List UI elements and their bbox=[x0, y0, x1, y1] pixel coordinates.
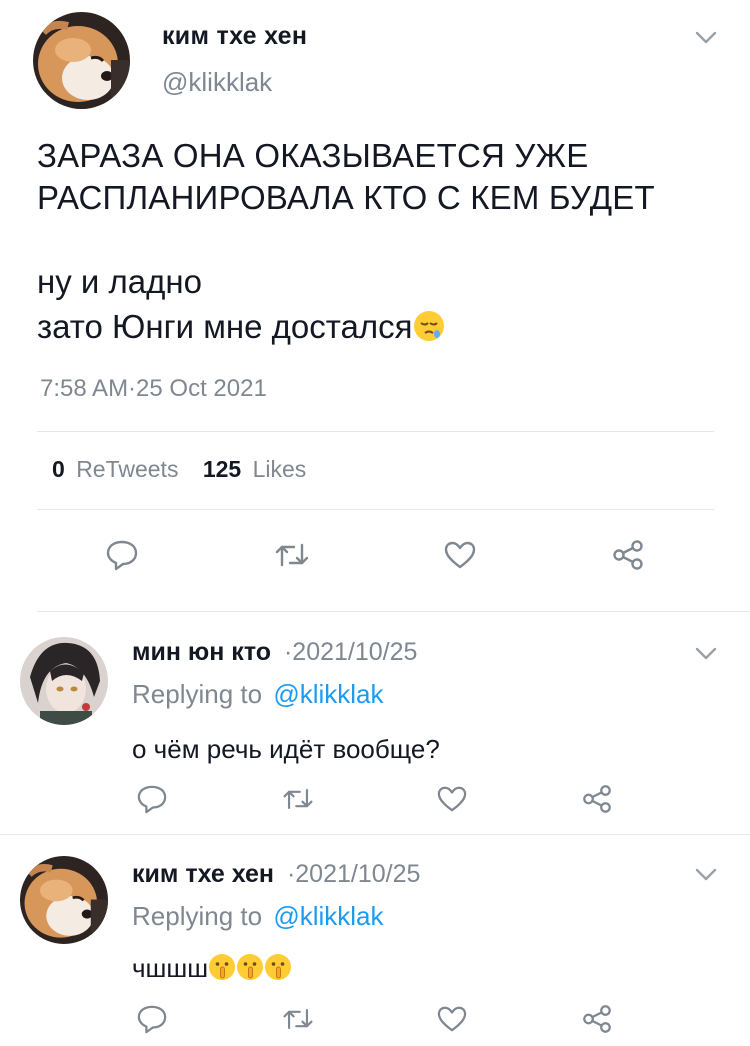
tweet-text-line-3: ну и ладно bbox=[37, 263, 202, 300]
reply-bubble-icon bbox=[137, 1005, 167, 1034]
chevron-down-icon[interactable] bbox=[695, 31, 717, 45]
tweet-text-line-4: зато Юнги мне достался bbox=[37, 308, 413, 345]
shushing-face-emoji bbox=[265, 954, 292, 980]
tweet-text-line-4-wrap: зато Юнги мне достался bbox=[37, 308, 445, 346]
retweets-label[interactable]: ReTweets bbox=[76, 456, 178, 482]
reply-text: о чём речь идёт вообще? bbox=[132, 734, 440, 764]
share-button[interactable] bbox=[575, 777, 619, 821]
share-button[interactable] bbox=[606, 533, 650, 577]
retweet-button[interactable] bbox=[276, 997, 320, 1041]
share-icon bbox=[583, 785, 611, 813]
shushing-face-emoji bbox=[209, 954, 236, 980]
replying-to-handle[interactable]: @klikklak bbox=[273, 679, 383, 709]
anime-avatar-image bbox=[20, 637, 108, 725]
reply-header: мин юн кто ·2021/10/25 bbox=[132, 638, 417, 667]
retweet-button[interactable] bbox=[276, 777, 320, 821]
replying-to-handle[interactable]: @klikklak bbox=[273, 901, 383, 931]
divider bbox=[37, 611, 750, 612]
replying-to-label: Replying to bbox=[132, 901, 263, 931]
likes-count[interactable]: 125 bbox=[203, 456, 241, 482]
share-icon bbox=[583, 1005, 611, 1033]
like-button[interactable] bbox=[438, 533, 482, 577]
chevron-down-icon[interactable] bbox=[695, 647, 717, 661]
author-display-name[interactable]: ким тхе хен bbox=[162, 22, 307, 51]
divider bbox=[0, 834, 750, 835]
tweet-text-line-1: ЗАРАЗА ОНА ОКАЗЫВАЕТСЯ УЖЕ bbox=[37, 137, 589, 174]
likes-label[interactable]: Likes bbox=[253, 456, 307, 482]
retweet-icon bbox=[283, 788, 313, 810]
shiba-avatar-image bbox=[20, 856, 108, 944]
reply-display-name[interactable]: мин юн кто bbox=[132, 638, 271, 666]
like-button[interactable] bbox=[430, 997, 474, 1041]
divider bbox=[37, 431, 714, 432]
reply-bubble-icon bbox=[106, 540, 138, 571]
tweet-timestamp: 7:58 AM·25 Oct 2021 bbox=[40, 375, 267, 402]
retweets-count[interactable]: 0 bbox=[52, 456, 65, 482]
reply-author-avatar[interactable] bbox=[20, 856, 108, 944]
heart-icon bbox=[437, 786, 467, 812]
reply-text: чшшш bbox=[132, 953, 209, 983]
reply-button[interactable] bbox=[100, 533, 144, 577]
retweet-icon bbox=[275, 543, 309, 567]
author-handle[interactable]: @klikklak bbox=[162, 67, 272, 98]
reply-date: ·2021/10/25 bbox=[283, 638, 418, 666]
replying-to: Replying to @klikklak bbox=[132, 901, 384, 932]
chevron-down-icon[interactable] bbox=[695, 868, 717, 882]
heart-icon bbox=[444, 541, 476, 569]
replying-to-label: Replying to bbox=[132, 679, 263, 709]
share-button[interactable] bbox=[575, 997, 619, 1041]
reply-header: ким тхе хен ·2021/10/25 bbox=[132, 860, 420, 889]
heart-icon bbox=[437, 1006, 467, 1032]
reply-display-name[interactable]: ким тхе хен bbox=[132, 860, 274, 888]
reply-bubble-icon bbox=[137, 785, 167, 814]
reply-button[interactable] bbox=[130, 777, 174, 821]
author-avatar[interactable] bbox=[33, 12, 130, 109]
engagement-stats: 0 ReTweets 125 Likes bbox=[52, 456, 306, 483]
replying-to: Replying to @klikklak bbox=[132, 679, 384, 710]
shiba-avatar-image bbox=[33, 12, 130, 109]
reply-author-avatar[interactable] bbox=[20, 637, 108, 725]
share-icon bbox=[613, 540, 643, 570]
reply-button[interactable] bbox=[130, 997, 174, 1041]
reply-text-wrap: чшшш bbox=[132, 953, 292, 984]
tweet-text-line-2: РАСПЛАНИРОВАЛА КТО С КЕМ БУДЕТ bbox=[37, 179, 655, 216]
like-button[interactable] bbox=[430, 777, 474, 821]
sleepy-face-emoji bbox=[413, 311, 444, 341]
reply-date: ·2021/10/25 bbox=[286, 860, 421, 888]
shushing-face-emoji bbox=[237, 954, 264, 980]
retweet-button[interactable] bbox=[270, 533, 314, 577]
divider bbox=[37, 509, 714, 510]
retweet-icon bbox=[283, 1008, 313, 1030]
